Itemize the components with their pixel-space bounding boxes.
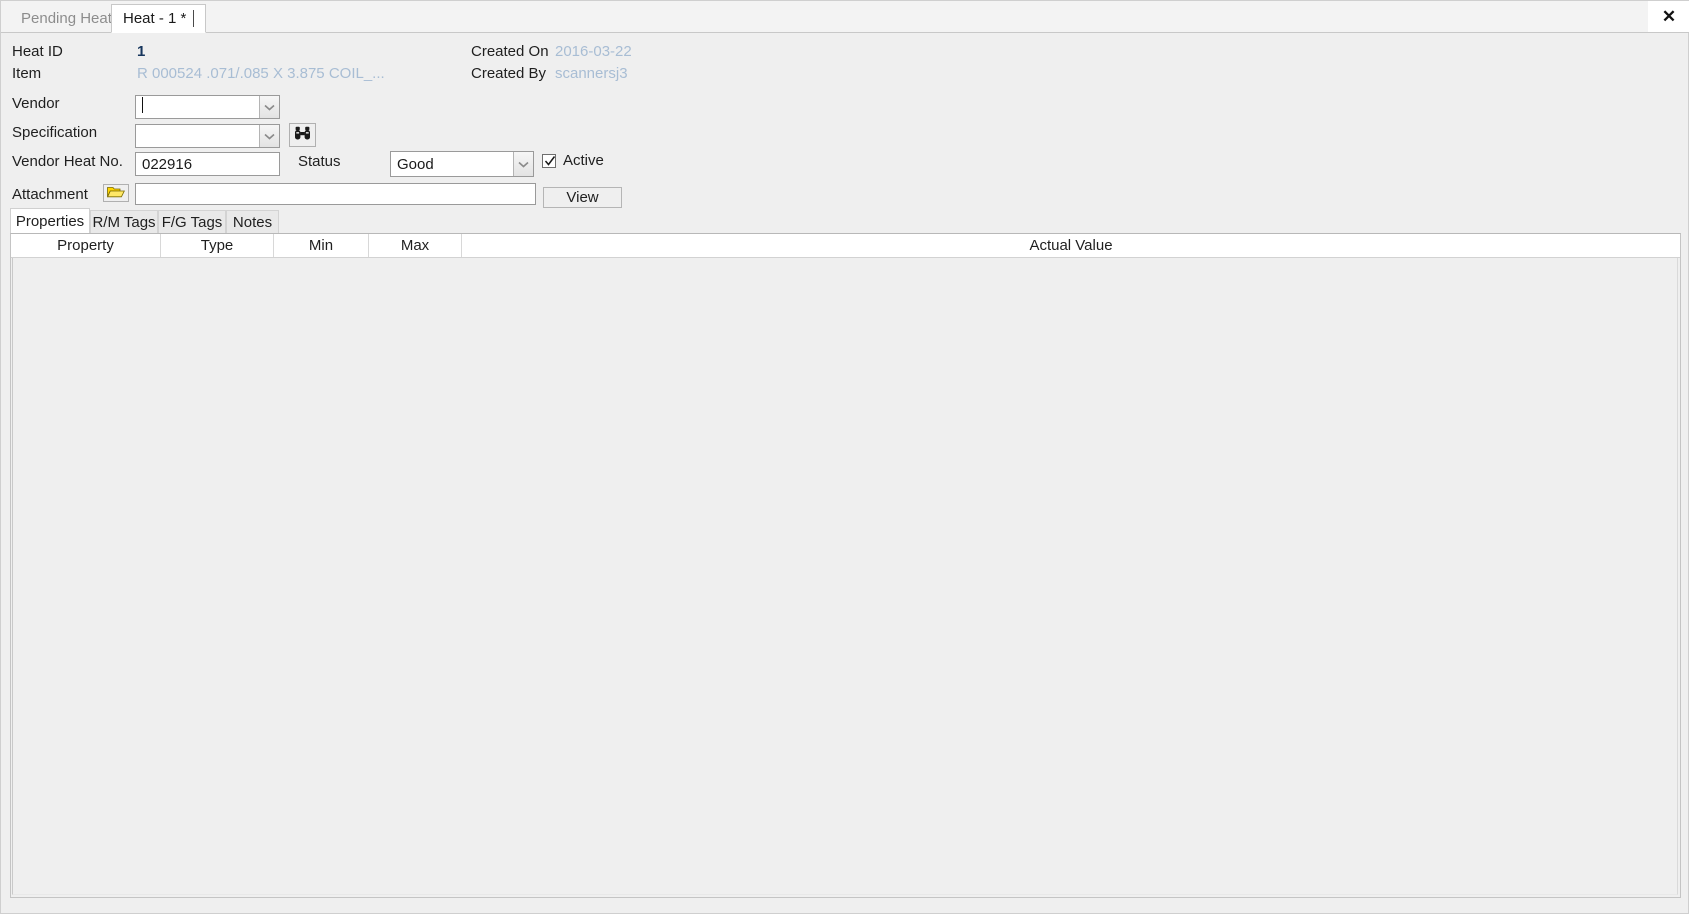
close-glyph: ✕: [1661, 6, 1677, 26]
vendor-label: Vendor: [12, 95, 60, 112]
active-checkbox[interactable]: [542, 153, 556, 168]
heat-id-label: Heat ID: [12, 43, 63, 60]
text-caret: [142, 97, 143, 113]
item-value: R 000524 .071/.085 X 3.875 COIL_...: [137, 65, 385, 82]
column-header-type[interactable]: Type: [161, 234, 274, 257]
created-on-value: 2016-03-22: [555, 43, 632, 60]
properties-grid-empty-area: [12, 258, 1678, 895]
chevron-down-icon[interactable]: [259, 125, 279, 147]
status-label: Status: [298, 153, 341, 170]
binoculars-icon: [294, 126, 311, 145]
document-tab-label: Pending Heats: [21, 10, 120, 27]
chevron-down-icon[interactable]: [259, 96, 279, 118]
vendor-heat-no-label: Vendor Heat No.: [12, 153, 123, 170]
tab-properties[interactable]: Properties: [10, 208, 90, 233]
attachment-browse-button[interactable]: [103, 184, 129, 202]
tab-rm-tags[interactable]: R/M Tags: [90, 210, 158, 233]
heat-detail-window: Pending Heats Heat - 1 * ✕ Heat ID 1 Ite…: [0, 0, 1689, 914]
tab-label: F/G Tags: [161, 213, 223, 231]
vendor-heat-no-input[interactable]: 022916: [135, 152, 280, 176]
view-attachment-button[interactable]: View: [543, 187, 622, 208]
tab-notes[interactable]: Notes: [226, 210, 279, 233]
tab-label: R/M Tags: [92, 213, 156, 231]
active-checkbox-label: Active: [563, 152, 604, 169]
created-by-label: Created By: [471, 65, 547, 82]
status-combobox-value: Good: [397, 155, 434, 173]
specification-label: Specification: [12, 124, 98, 141]
tab-label: Properties: [15, 212, 85, 230]
attachment-path-input[interactable]: [135, 183, 536, 205]
tab-fg-tags[interactable]: F/G Tags: [158, 210, 226, 233]
item-label: Item: [12, 65, 42, 82]
attachment-label: Attachment: [12, 186, 88, 203]
document-tab-heat-1[interactable]: Heat - 1 *: [111, 4, 207, 33]
active-checkbox-group[interactable]: Active: [542, 152, 604, 169]
detail-tabstrip: Properties R/M Tags F/G Tags Notes: [10, 208, 1681, 233]
close-icon[interactable]: ✕: [1648, 1, 1689, 32]
vendor-combobox-value: [136, 97, 259, 117]
column-header-max[interactable]: Max: [369, 234, 462, 257]
properties-grid-body[interactable]: [11, 258, 1680, 897]
status-combobox[interactable]: Good: [390, 151, 534, 177]
document-tabstrip: Pending Heats Heat - 1 * ✕: [1, 1, 1689, 33]
specification-combobox[interactable]: [135, 124, 280, 148]
properties-grid-header: Property Type Min Max Actual Value: [11, 234, 1680, 258]
vendor-combobox[interactable]: [135, 95, 280, 119]
specification-search-button[interactable]: [289, 123, 316, 147]
created-by-value: scannersj3: [555, 65, 628, 82]
properties-grid: Property Type Min Max Actual Value: [10, 233, 1681, 898]
created-on-label: Created On: [471, 43, 549, 60]
column-header-min[interactable]: Min: [274, 234, 369, 257]
column-header-actual-value[interactable]: Actual Value: [462, 234, 1680, 257]
open-folder-icon: [106, 185, 125, 202]
tab-label: Notes: [232, 213, 273, 231]
heat-id-value: 1: [137, 43, 146, 60]
text-caret: [193, 10, 195, 27]
document-tab-label: Heat - 1 *: [123, 10, 187, 27]
column-header-property[interactable]: Property: [11, 234, 161, 257]
view-button-label: View: [566, 189, 599, 206]
chevron-down-icon[interactable]: [513, 152, 533, 176]
